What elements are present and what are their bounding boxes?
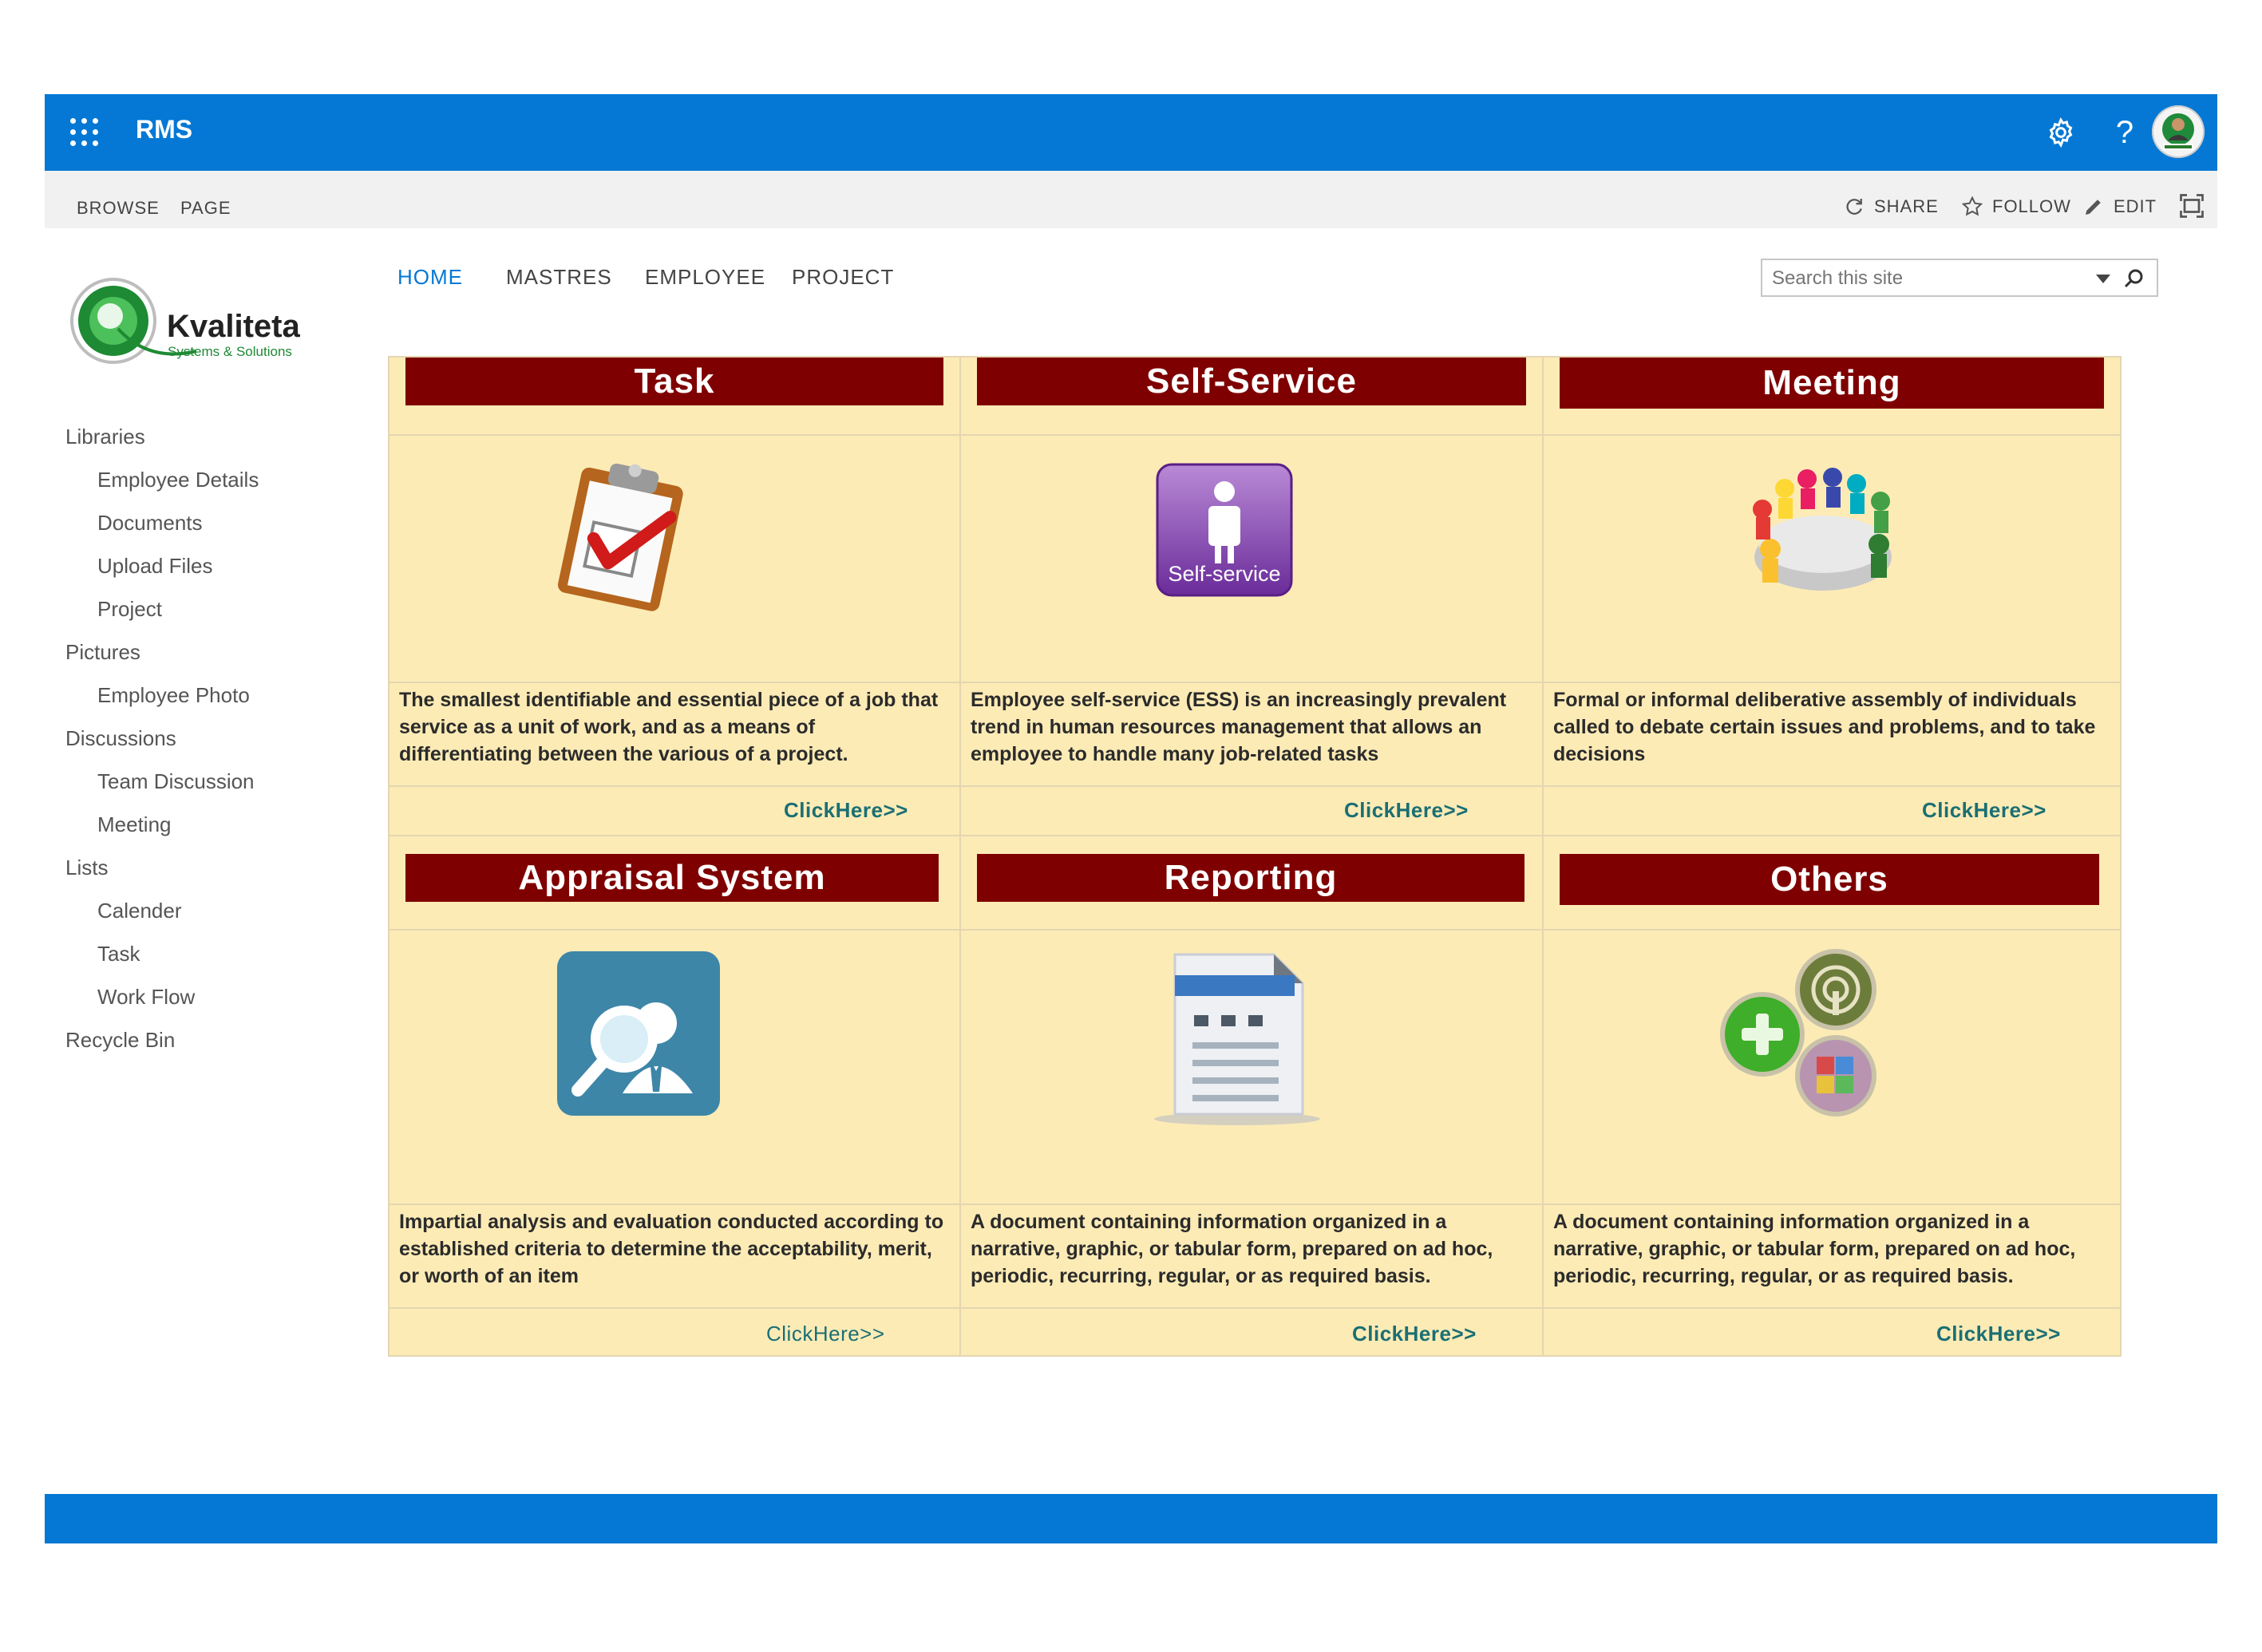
topnav-mastres[interactable]: MASTRES xyxy=(506,265,612,290)
tile-header-others: Others xyxy=(1560,854,2099,905)
share-label: SHARE xyxy=(1874,196,1939,216)
nav-employee-photo[interactable]: Employee Photo xyxy=(97,683,250,708)
site-logo[interactable]: Kvaliteta Systems & Solutions xyxy=(69,273,308,372)
edit-button[interactable]: EDIT xyxy=(2082,195,2157,219)
nav-documents[interactable]: Documents xyxy=(97,511,203,536)
suite-bar: RMS ? xyxy=(45,94,2217,171)
nav-discussions[interactable]: Discussions xyxy=(65,726,176,751)
tile-header-reporting: Reporting xyxy=(977,854,1524,902)
self-service-clickhere-link[interactable]: ClickHere>> xyxy=(1344,798,1469,823)
follow-button[interactable]: FOLLOW xyxy=(1960,195,2071,219)
nav-work-flow[interactable]: Work Flow xyxy=(97,985,195,1010)
avatar[interactable] xyxy=(2152,105,2205,158)
tile-header-meeting: Meeting xyxy=(1560,358,2104,409)
nav-employee-details[interactable]: Employee Details xyxy=(97,468,259,492)
tab-browse[interactable]: BROWSE xyxy=(77,198,160,219)
tile-header-task: Task xyxy=(405,358,943,405)
appraisal-magnifier-icon[interactable] xyxy=(556,950,722,1117)
nav-lists[interactable]: Lists xyxy=(65,856,108,880)
follow-label: FOLLOW xyxy=(1992,196,2071,216)
topnav-employee[interactable]: EMPLOYEE xyxy=(645,265,765,290)
edit-label: EDIT xyxy=(2114,196,2157,216)
task-clickhere-link[interactable]: ClickHere>> xyxy=(784,798,908,823)
nav-libraries[interactable]: Libraries xyxy=(65,425,145,449)
nav-pictures[interactable]: Pictures xyxy=(65,640,140,665)
share-button[interactable]: SHARE xyxy=(1842,195,1939,219)
search-icon[interactable] xyxy=(2122,267,2145,290)
appraisal-system-clickhere-link[interactable]: ClickHere>> xyxy=(766,1322,885,1346)
tiles-grid: Task Self-Service Meeting Self-service T… xyxy=(388,356,2122,1357)
tile-header-appraisal-system: Appraisal System xyxy=(405,854,939,902)
tile-description-self-service: Employee self-service (ESS) is an increa… xyxy=(971,689,1507,765)
others-circles-icon[interactable] xyxy=(1719,948,1892,1120)
svg-text:Kvaliteta: Kvaliteta xyxy=(167,309,300,344)
star-icon xyxy=(1961,196,1983,216)
tile-description-appraisal-system: Impartial analysis and evaluation conduc… xyxy=(399,1211,944,1287)
search-scope-dropdown-icon[interactable] xyxy=(2096,275,2110,283)
share-icon xyxy=(1846,199,1862,215)
site-search-box xyxy=(1761,259,2158,297)
clipboard-check-icon[interactable] xyxy=(546,452,698,615)
nav-recycle-bin[interactable]: Recycle Bin xyxy=(65,1028,175,1053)
nav-task[interactable]: Task xyxy=(97,942,140,966)
tile-description-meeting: Formal or informal deliberative assembly… xyxy=(1553,689,2096,765)
search-input[interactable] xyxy=(1770,265,2093,292)
self-service-icon-text: Self-service xyxy=(1168,562,1280,586)
nav-project[interactable]: Project xyxy=(97,597,162,622)
app-title[interactable]: RMS xyxy=(136,115,192,144)
nav-calender[interactable]: Calender xyxy=(97,899,182,923)
report-document-icon[interactable] xyxy=(1154,948,1323,1127)
gear-icon[interactable] xyxy=(2040,112,2082,153)
tile-header-self-service: Self-Service xyxy=(977,358,1526,405)
meeting-clickhere-link[interactable]: ClickHere>> xyxy=(1922,798,2046,823)
tab-page[interactable]: PAGE xyxy=(180,198,231,219)
topnav-home[interactable]: HOME xyxy=(397,265,463,290)
others-clickhere-link[interactable]: ClickHere>> xyxy=(1936,1322,2061,1346)
fullscreen-icon xyxy=(2180,194,2204,218)
reporting-clickhere-link[interactable]: ClickHere>> xyxy=(1352,1322,1477,1346)
nav-team-discussion[interactable]: Team Discussion xyxy=(97,769,255,794)
pencil-icon xyxy=(2086,200,2101,215)
tile-description-task: The smallest identifiable and essential … xyxy=(399,689,939,765)
tile-description-others: A document containing information organi… xyxy=(1553,1211,2076,1287)
ribbon: BROWSE PAGE SHARE FOLLOW EDIT xyxy=(45,171,2217,228)
focus-content-button[interactable] xyxy=(2177,192,2206,220)
tile-description-reporting: A document containing information organi… xyxy=(971,1211,1493,1287)
help-icon[interactable]: ? xyxy=(2104,112,2145,153)
nav-upload-files[interactable]: Upload Files xyxy=(97,554,213,579)
svg-text:Systems & Solutions: Systems & Solutions xyxy=(168,344,292,359)
nav-meeting[interactable]: Meeting xyxy=(97,812,172,837)
meeting-table-icon[interactable] xyxy=(1738,461,1908,605)
app-launcher-icon[interactable] xyxy=(70,118,99,147)
topnav-project[interactable]: PROJECT xyxy=(792,265,894,290)
self-service-icon[interactable]: Self-service xyxy=(1154,461,1295,599)
footer-bar xyxy=(45,1494,2217,1543)
